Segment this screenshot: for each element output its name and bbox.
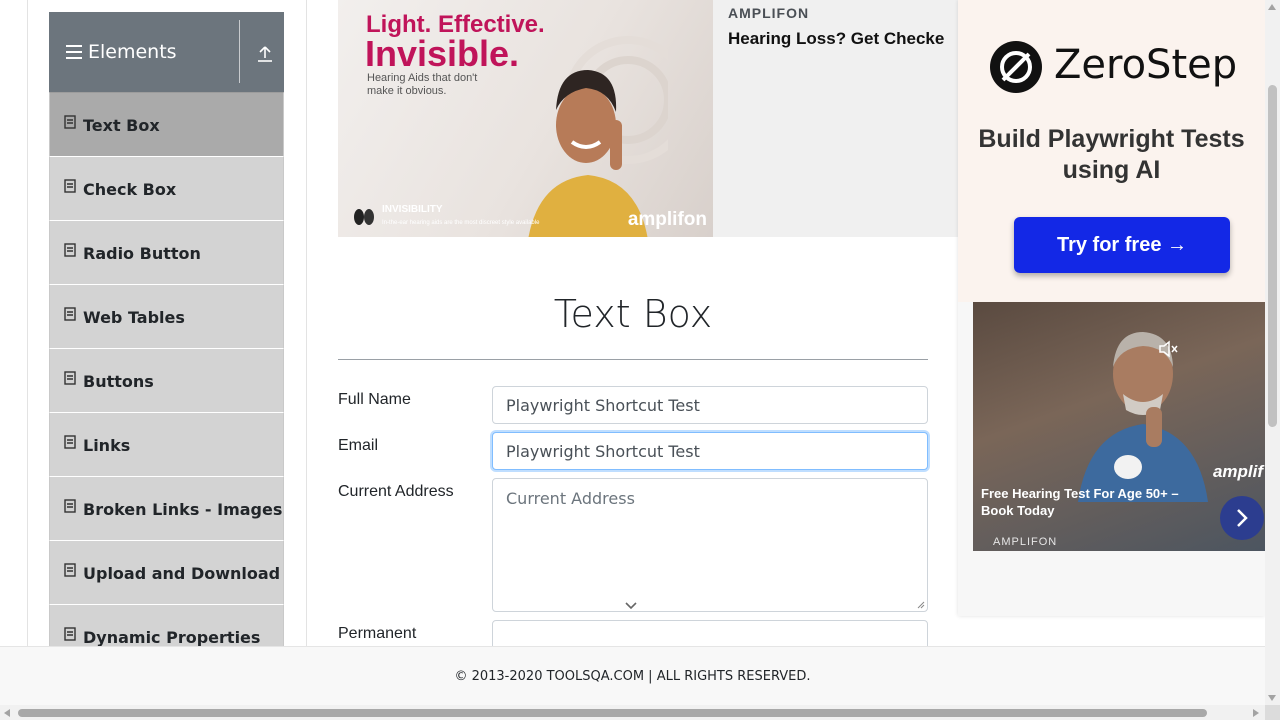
scroll-down-arrow-icon[interactable] bbox=[1268, 695, 1276, 701]
sidebar-item-label: Broken Links - Images bbox=[83, 500, 283, 519]
current-address-label: Current Address bbox=[338, 483, 454, 500]
page: Elements Text Box Check Box Radio Button… bbox=[0, 0, 1280, 720]
chevron-right-icon bbox=[1237, 509, 1248, 527]
scroll-left-arrow-icon[interactable] bbox=[4, 709, 10, 717]
sidebar: Elements Text Box Check Box Radio Button… bbox=[49, 12, 284, 646]
document-icon bbox=[64, 371, 76, 385]
current-address-textarea[interactable]: Current Address bbox=[492, 478, 928, 612]
sidebar-item-check-box[interactable]: Check Box bbox=[49, 156, 284, 220]
sidebar-item-label: Upload and Download bbox=[83, 564, 281, 583]
footer: © 2013-2020 TOOLSQA.COM | ALL RIGHTS RES… bbox=[0, 646, 1265, 705]
ad-advertiser: AMPLIFON bbox=[728, 5, 810, 21]
sidebar-item-label: Radio Button bbox=[83, 244, 201, 263]
zerostep-tagline: Build Playwright Tests using AI bbox=[978, 125, 1245, 184]
hearing-aid-icon bbox=[354, 209, 374, 225]
woman-photo-illustration bbox=[528, 36, 668, 237]
document-icon bbox=[64, 499, 76, 513]
collapse-arrow-icon[interactable] bbox=[257, 45, 273, 63]
scroll-up-arrow-icon[interactable] bbox=[1268, 4, 1276, 10]
sidebar-item-label: Text Box bbox=[83, 116, 160, 135]
video-ad[interactable]: amplif Free Hearing Test For Age 50+ – B… bbox=[973, 302, 1265, 551]
ad-text-block[interactable]: AMPLIFON Hearing Loss? Get Checke bbox=[728, 5, 944, 49]
sidebar-item-links[interactable]: Links bbox=[49, 412, 284, 476]
vertical-scrollbar[interactable] bbox=[1265, 0, 1280, 705]
amplifon-logo: amplifon bbox=[627, 209, 707, 230]
permanent-address-label: Permanent bbox=[338, 625, 417, 642]
full-name-label: Full Name bbox=[338, 391, 411, 408]
resize-grip-icon[interactable] bbox=[917, 601, 925, 609]
current-address-placeholder: Current Address bbox=[506, 489, 635, 508]
email-input[interactable]: Playwright Shortcut Test bbox=[492, 432, 928, 470]
video-caption[interactable]: Free Hearing Test For Age 50+ – Book Tod… bbox=[981, 485, 1211, 519]
page-title: Text Box bbox=[553, 292, 713, 336]
video-advertiser: AMPLIFON bbox=[993, 536, 1058, 548]
sidebar-item-buttons[interactable]: Buttons bbox=[49, 348, 284, 412]
elements-group-header[interactable]: Elements bbox=[49, 12, 284, 92]
sidebar-item-dynamic-properties[interactable]: Dynamic Properties bbox=[49, 604, 284, 646]
scroll-right-arrow-icon[interactable] bbox=[1253, 709, 1259, 717]
sidebar-rail-divider bbox=[306, 0, 307, 646]
full-name-input[interactable]: Playwright Shortcut Test bbox=[492, 386, 928, 424]
document-icon bbox=[64, 563, 76, 577]
horizontal-scrollbar[interactable] bbox=[0, 705, 1265, 720]
ad-headline-link[interactable]: Hearing Loss? Get Checke bbox=[728, 29, 944, 49]
ad-subtext: Hearing Aids that don't make it obvious. bbox=[367, 72, 478, 97]
zerostep-ad-panel[interactable]: ZeroStep Build Playwright Tests using AI… bbox=[958, 0, 1265, 302]
man-photo-illustration bbox=[1078, 332, 1208, 502]
sidebar-item-label: Buttons bbox=[83, 372, 154, 391]
sidebar-item-web-tables[interactable]: Web Tables bbox=[49, 284, 284, 348]
hamburger-icon bbox=[66, 45, 82, 59]
try-for-free-button[interactable]: Try for free → bbox=[1014, 217, 1230, 273]
copyright-text: © 2013-2020 TOOLSQA.COM | ALL RIGHTS RES… bbox=[454, 668, 811, 684]
document-icon bbox=[64, 115, 76, 129]
horizontal-scroll-thumb[interactable] bbox=[18, 709, 1207, 717]
top-banner-ad[interactable]: Light. Effective. Invisible. Hearing Aid… bbox=[338, 0, 958, 237]
header-divider bbox=[239, 20, 240, 83]
document-icon bbox=[64, 179, 76, 193]
sidebar-item-label: Dynamic Properties bbox=[83, 628, 261, 646]
muted-speaker-icon[interactable] bbox=[1157, 338, 1179, 360]
sidebar-item-upload-download[interactable]: Upload and Download bbox=[49, 540, 284, 604]
sidebar-item-label: Links bbox=[83, 436, 131, 455]
document-icon bbox=[64, 435, 76, 449]
sidebar-item-broken-links[interactable]: Broken Links - Images bbox=[49, 476, 284, 540]
zerostep-logo-icon bbox=[990, 41, 1042, 93]
email-label: Email bbox=[338, 437, 379, 454]
ad-image[interactable]: Light. Effective. Invisible. Hearing Aid… bbox=[338, 0, 713, 237]
sidebar-item-text-box[interactable]: Text Box bbox=[49, 92, 284, 156]
sidebar-item-label: Check Box bbox=[83, 180, 177, 199]
ad-headline-line2: Invisible. bbox=[365, 33, 520, 74]
document-icon bbox=[64, 243, 76, 257]
right-sidebar-ad[interactable]: ZeroStep Build Playwright Tests using AI… bbox=[958, 0, 1265, 616]
document-icon bbox=[64, 627, 76, 641]
left-rail-divider bbox=[27, 0, 28, 646]
scrollbar-corner bbox=[1265, 705, 1280, 720]
sidebar-item-label: Web Tables bbox=[83, 308, 185, 327]
invisibility-sub: In-the-ear hearing aids are the most dis… bbox=[382, 220, 540, 226]
invisibility-label: INVISIBILITY bbox=[382, 204, 443, 215]
sidebar-item-radio-button[interactable]: Radio Button bbox=[49, 220, 284, 284]
next-button[interactable] bbox=[1220, 496, 1264, 540]
zerostep-brand: ZeroStep bbox=[1054, 42, 1238, 88]
chevron-down-icon[interactable] bbox=[624, 600, 638, 610]
video-brand-mark: amplif bbox=[1212, 462, 1263, 481]
group-title: Elements bbox=[88, 41, 177, 63]
vertical-scroll-thumb[interactable] bbox=[1268, 85, 1277, 427]
title-divider bbox=[338, 359, 928, 360]
document-icon bbox=[64, 307, 76, 321]
